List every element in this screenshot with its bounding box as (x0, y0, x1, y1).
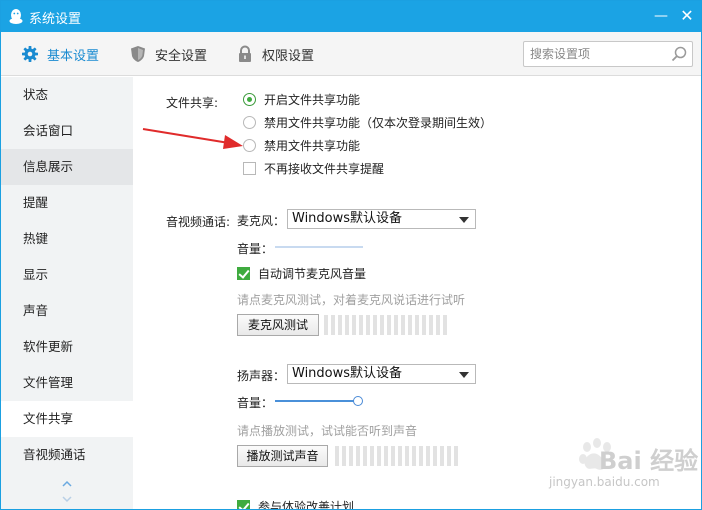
option-label: 开启文件共享功能 (264, 93, 361, 107)
search-icon[interactable] (670, 45, 688, 63)
minimize-button[interactable]: — (649, 5, 673, 27)
chevron-down-icon[interactable] (60, 494, 74, 504)
qq-penguin-icon (9, 9, 23, 24)
chevron-down-icon (459, 372, 469, 378)
tab-permission-settings[interactable]: 权限设置 (236, 32, 314, 76)
sidebar-item-av-call[interactable]: 音视频通话 (1, 437, 133, 473)
lock-icon (239, 45, 251, 62)
checkbox[interactable] (243, 162, 256, 175)
mic-device-value: Windows默认设备 (292, 211, 403, 226)
option-label: 禁用文件共享功能（仅本次登录期间生效） (264, 116, 493, 130)
speaker-volume-slider[interactable] (353, 396, 363, 406)
checkbox-no-share-remind[interactable]: 不再接收文件共享提醒 (243, 160, 384, 177)
close-button[interactable]: ✕ (675, 5, 699, 27)
av-call-label: 音视频通话: (166, 215, 231, 229)
radio-button[interactable] (243, 93, 256, 106)
settings-window: 系统设置 — ✕ 基本设置 安全设置 权限设置 搜索设置项 状态 会话窗口 信息… (0, 0, 702, 510)
title-bar: 系统设置 — ✕ (1, 1, 701, 32)
search-box (523, 41, 693, 67)
speaker-volume-fill (275, 400, 355, 402)
sidebar-item-software-update[interactable]: 软件更新 (1, 329, 133, 365)
tab-basic-settings[interactable]: 基本设置 (21, 32, 99, 76)
radio-enable-file-share[interactable]: 开启文件共享功能 (243, 91, 360, 108)
chevron-up-icon[interactable] (60, 479, 74, 489)
mic-device-select[interactable]: Windows默认设备 (287, 209, 476, 229)
chevron-down-icon (459, 217, 469, 223)
speaker-test-hint: 请点播放测试，试试能否听到声音 (237, 424, 418, 438)
top-tab-bar: 基本设置 安全设置 权限设置 (1, 32, 701, 76)
speaker-device-value: Windows默认设备 (292, 366, 403, 381)
option-label: 自动调节麦克风音量 (258, 267, 367, 281)
radio-disable-file-share[interactable]: 禁用文件共享功能 (243, 137, 360, 154)
sidebar-item-display[interactable]: 显示 (1, 257, 133, 293)
mic-test-button[interactable]: 麦克风测试 (237, 314, 319, 336)
window-title: 系统设置 (29, 12, 82, 27)
sidebar-item-sound[interactable]: 声音 (1, 293, 133, 329)
watermark-text: Bai 经验 (599, 447, 699, 475)
tab-security-settings[interactable]: 安全设置 (129, 32, 207, 76)
speaker-level-meter (335, 446, 458, 466)
mic-test-hint: 请点麦克风测试，对着麦克风说话进行试听 (237, 293, 466, 307)
sidebar-item-info-display[interactable]: 信息展示 (1, 149, 133, 185)
checkbox-experience-plan[interactable]: 参与体验改善计划 (237, 498, 355, 510)
checkbox[interactable] (237, 500, 250, 509)
tab-label: 基本设置 (47, 48, 100, 64)
sidebar-item-file-management[interactable]: 文件管理 (1, 365, 133, 401)
shield-icon (131, 46, 145, 62)
sidebar: 状态 会话窗口 信息展示 提醒 热键 显示 声音 软件更新 文件管理 文件共享 … (1, 77, 133, 509)
checkbox-auto-adjust-mic[interactable]: 自动调节麦克风音量 (237, 265, 366, 282)
speaker-device-select[interactable]: Windows默认设备 (287, 364, 476, 384)
tab-label: 权限设置 (262, 48, 315, 64)
watermark-subtext: jingyan.baidu.com (549, 475, 660, 489)
option-label: 禁用文件共享功能 (264, 139, 361, 153)
file-share-label: 文件共享: (166, 96, 219, 110)
sidebar-item-file-sharing[interactable]: 文件共享 (1, 401, 133, 437)
annotation-arrow-icon (142, 128, 243, 149)
checkbox[interactable] (237, 267, 250, 280)
radio-disable-file-share-session[interactable]: 禁用文件共享功能（仅本次登录期间生效） (243, 114, 492, 131)
option-label: 不再接收文件共享提醒 (264, 162, 385, 176)
sidebar-item-hotkeys[interactable]: 热键 (1, 221, 133, 257)
gear-icon (22, 46, 38, 62)
speaker-volume-label: 音量： (237, 396, 274, 410)
speaker-test-button[interactable]: 播放测试声音 (237, 445, 328, 467)
sidebar-scroll-controls (1, 475, 133, 509)
tab-label: 安全设置 (155, 48, 208, 64)
mic-label: 麦克风： (237, 214, 286, 228)
search-input[interactable] (530, 45, 666, 63)
option-label: 参与体验改善计划 (258, 500, 355, 510)
mic-volume-slider[interactable] (275, 246, 363, 248)
sidebar-item-chat-window[interactable]: 会话窗口 (1, 113, 133, 149)
mic-volume-label: 音量： (237, 242, 274, 256)
sidebar-item-reminder[interactable]: 提醒 (1, 185, 133, 221)
speaker-label: 扬声器： (237, 369, 286, 383)
mic-level-meter (324, 315, 447, 335)
sidebar-item-status[interactable]: 状态 (1, 77, 133, 113)
